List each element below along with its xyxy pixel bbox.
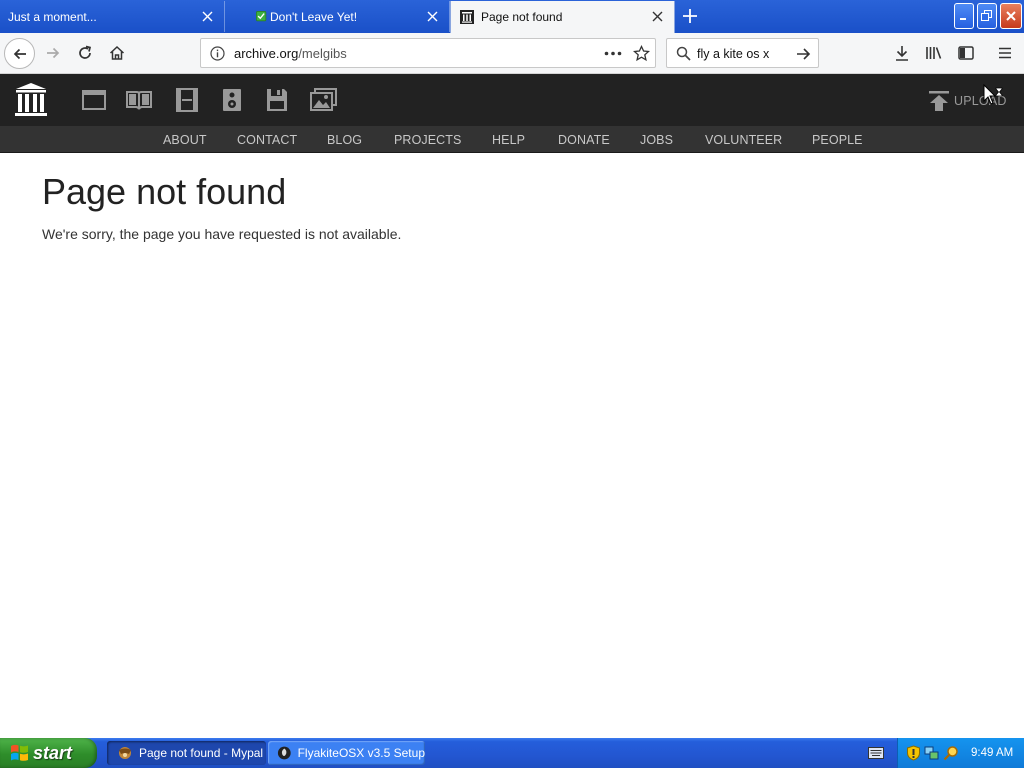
archive-header: UPLOAD: [0, 74, 1024, 126]
url-path: /melgibs: [298, 46, 347, 61]
audio-icon[interactable]: [219, 88, 245, 112]
hamburger-menu-icon: [999, 47, 1011, 59]
software-icon[interactable]: [264, 88, 290, 112]
search-bar[interactable]: [666, 38, 819, 68]
search-input[interactable]: [697, 45, 782, 62]
mypal-app-icon: [119, 747, 131, 759]
navigation-toolbar: archive.org/melgibs: [0, 33, 1024, 74]
video-icon[interactable]: [174, 88, 200, 112]
taskbar-item-label: Page not found - Mypal: [139, 746, 264, 760]
nav-donate[interactable]: DONATE: [558, 133, 610, 147]
minimize-button[interactable]: [954, 3, 974, 29]
tab-title: Don't Leave Yet!: [270, 9, 358, 24]
sidebar-icon: [958, 46, 974, 60]
search-icon: [676, 46, 691, 61]
tab-title: Just a moment...: [8, 9, 97, 24]
tab-title: Page not found: [481, 10, 563, 24]
screen: Just a moment... Don't Leave Yet! Page n…: [0, 0, 1024, 768]
close-tab-icon[interactable]: [201, 10, 214, 23]
archive-subnav: ABOUT CONTACT BLOG PROJECTS HELP DONATE …: [0, 126, 1024, 153]
taskbar-clock: 9:49 AM: [971, 747, 1014, 759]
security-shield-icon[interactable]: [906, 745, 921, 761]
library-icon: [926, 47, 942, 59]
images-icon[interactable]: [310, 88, 338, 112]
taskbar-item-label: FlyakiteOSX v3.5 Setup: [297, 746, 425, 760]
flyakite-setup-icon: [277, 746, 291, 760]
tab-dont-leave-yet[interactable]: Don't Leave Yet!: [225, 1, 450, 32]
url-text: archive.org/melgibs: [234, 46, 347, 61]
url-domain: archive.org: [234, 46, 299, 61]
forward-arrow-icon: [47, 47, 60, 59]
keyboard-language-icon[interactable]: [868, 747, 884, 759]
tab-strip: Just a moment... Don't Leave Yet! Page n…: [0, 0, 1024, 33]
restore-button[interactable]: [977, 3, 997, 29]
start-label: start: [33, 742, 73, 763]
taskbar-item-mypal[interactable]: Page not found - Mypal: [107, 741, 266, 765]
download-icon: [896, 46, 908, 61]
url-bar[interactable]: archive.org/melgibs: [200, 38, 656, 68]
archive-favicon-icon: [460, 10, 474, 24]
search-magnifier-tray-icon[interactable]: [943, 745, 959, 761]
taskbar-item-flyakite-setup[interactable]: FlyakiteOSX v3.5 Setup: [268, 741, 425, 765]
main-content: Page not found We're sorry, the page you…: [42, 171, 402, 243]
close-tab-icon[interactable]: [426, 10, 439, 23]
internet-archive-logo-icon[interactable]: [14, 82, 48, 118]
reload-icon: [79, 45, 92, 59]
nav-blog[interactable]: BLOG: [327, 133, 362, 147]
close-tab-icon[interactable]: [651, 10, 664, 23]
nav-volunteer[interactable]: VOLUNTEER: [705, 133, 782, 147]
system-tray: 9:49 AM: [897, 738, 1024, 768]
menu-button[interactable]: [993, 41, 1017, 65]
reload-button[interactable]: [73, 41, 97, 65]
nav-about[interactable]: ABOUT: [163, 133, 207, 147]
nav-help[interactable]: HELP: [492, 133, 525, 147]
checkbox-favicon-icon: [256, 10, 267, 21]
minimize-icon: [960, 18, 966, 20]
windows-logo-icon: [11, 744, 28, 761]
network-icon[interactable]: [924, 745, 940, 761]
start-button[interactable]: start: [0, 738, 97, 768]
library-button[interactable]: [922, 41, 946, 65]
nav-contact[interactable]: CONTACT: [237, 133, 297, 147]
home-button[interactable]: [105, 41, 129, 65]
tab-just-a-moment[interactable]: Just a moment...: [0, 1, 225, 32]
page-title: Page not found: [42, 171, 287, 212]
new-tab-plus-icon[interactable]: [681, 7, 699, 25]
texts-icon[interactable]: [126, 88, 152, 112]
home-icon: [109, 45, 125, 60]
mouse-cursor-busy-icon: [983, 84, 1003, 105]
nav-jobs[interactable]: JOBS: [640, 133, 673, 147]
windows-taskbar: start Page not found - Mypal FlyakiteOSX…: [0, 738, 1024, 768]
forward-button[interactable]: [41, 41, 65, 65]
downloads-button[interactable]: [890, 41, 914, 65]
window-close-button[interactable]: [1000, 3, 1022, 29]
error-message: We're sorry, the page you have requested…: [42, 226, 402, 242]
page-actions-ellipsis-icon[interactable]: [604, 51, 622, 56]
nav-people[interactable]: PEOPLE: [812, 133, 863, 147]
back-arrow-icon: [13, 48, 26, 59]
tab-page-not-found[interactable]: Page not found: [450, 1, 675, 33]
upload-arrow-icon: [929, 91, 949, 111]
back-button[interactable]: [4, 38, 35, 69]
search-go-arrow-icon[interactable]: [795, 46, 811, 62]
web-icon[interactable]: [81, 88, 107, 112]
site-info-icon[interactable]: [210, 46, 225, 61]
restore-icon: [981, 10, 992, 21]
window-close-icon: [1006, 11, 1016, 21]
sidebar-button[interactable]: [954, 41, 978, 65]
bookmark-star-icon[interactable]: [633, 45, 650, 62]
nav-projects[interactable]: PROJECTS: [394, 133, 461, 147]
